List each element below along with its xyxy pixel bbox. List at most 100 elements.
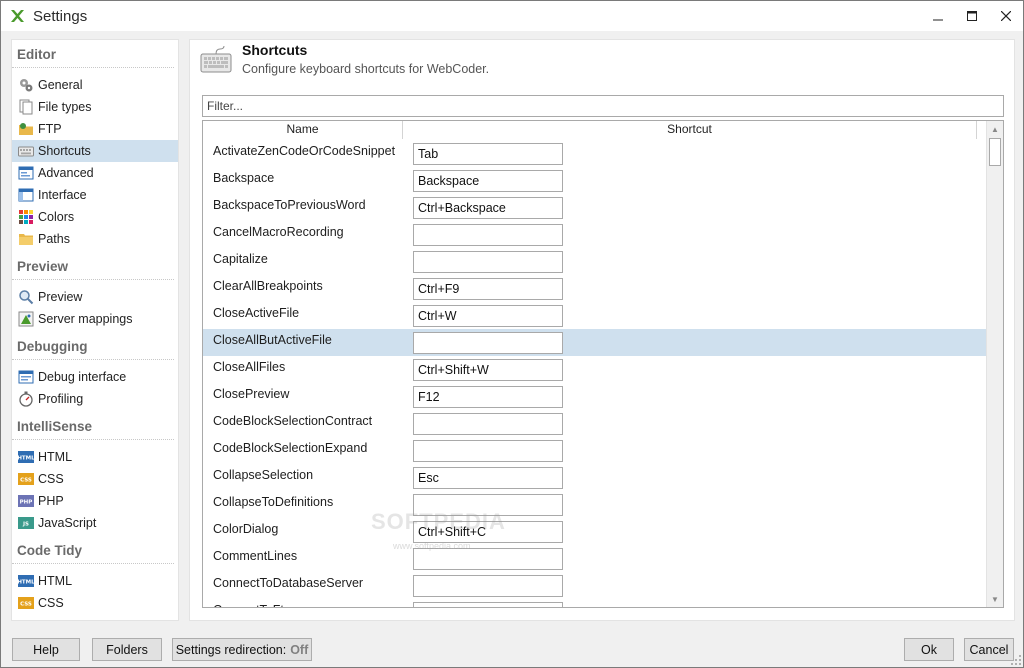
table-row[interactable]: CancelMacroRecording	[203, 221, 987, 248]
shortcut-key-field[interactable]	[413, 548, 563, 570]
svg-text:JS: JS	[22, 522, 29, 528]
table-row[interactable]: CollapseToDefinitions	[203, 491, 987, 518]
shortcut-key-field[interactable]: Tab	[413, 143, 563, 165]
stopwatch-icon	[18, 391, 34, 407]
sidebar-item-label: Server mappings	[38, 312, 133, 326]
sidebar-heading: Editor	[12, 46, 174, 68]
title-bar[interactable]: Settings	[1, 1, 1023, 31]
shortcut-command-name: ClearAllBreakpoints	[213, 279, 323, 293]
sidebar-item-editor-interface[interactable]: Interface	[12, 184, 178, 206]
table-row[interactable]: CloseAllFiles Ctrl+Shift+W	[203, 356, 987, 383]
shortcut-command-name: CollapseToDefinitions	[213, 495, 334, 509]
table-row[interactable]: Capitalize	[203, 248, 987, 275]
table-row[interactable]: CloseAllButActiveFile	[203, 329, 987, 356]
shortcut-key-field[interactable]: Esc	[413, 467, 563, 489]
settings-redirection-button[interactable]: Settings redirection: Off	[172, 638, 312, 661]
sidebar-item-intellisense-css[interactable]: CSS CSS	[12, 468, 178, 490]
table-row[interactable]: ColorDialog Ctrl+Shift+C	[203, 518, 987, 545]
svg-text:HTML: HTML	[18, 580, 34, 586]
resize-grip-icon[interactable]	[1011, 655, 1021, 665]
shortcut-key-field[interactable]	[413, 494, 563, 516]
scroll-thumb[interactable]	[989, 138, 1001, 166]
sidebar-item-code-tidy-html[interactable]: HTML HTML	[12, 570, 178, 592]
table-row[interactable]: BackspaceToPreviousWord Ctrl+Backspace	[203, 194, 987, 221]
sidebar-item-editor-file-types[interactable]: File types	[12, 96, 178, 118]
sidebar-item-editor-paths[interactable]: Paths	[12, 228, 178, 250]
shortcut-key-field[interactable]: Ctrl+W	[413, 305, 563, 327]
folders-button[interactable]: Folders	[92, 638, 162, 661]
sidebar-item-intellisense-php[interactable]: PHP PHP	[12, 490, 178, 512]
shortcut-command-name: Backspace	[213, 171, 275, 185]
shortcut-key-field[interactable]: Ctrl+F9	[413, 278, 563, 300]
scroll-up-arrow-icon[interactable]: ▲	[987, 121, 1003, 137]
sidebar-item-debugging-debug-interface[interactable]: Debug interface	[12, 366, 178, 388]
page-subtitle: Configure keyboard shortcuts for WebCode…	[242, 62, 490, 76]
table-row[interactable]: ActivateZenCodeOrCodeSnippet Tab	[203, 140, 987, 167]
minimize-button[interactable]	[921, 1, 955, 31]
keyboard-icon	[18, 143, 34, 159]
shortcut-key-field[interactable]	[413, 602, 563, 607]
sidebar-item-debugging-profiling[interactable]: Profiling	[12, 388, 178, 410]
table-row[interactable]: ConnectToDatabaseServer	[203, 572, 987, 599]
table-row[interactable]: CollapseSelection Esc	[203, 464, 987, 491]
sidebar-item-preview-preview[interactable]: Preview	[12, 286, 178, 308]
filter-box[interactable]	[202, 95, 1004, 117]
server-map-icon	[18, 311, 34, 327]
sidebar-item-editor-general[interactable]: General	[12, 74, 178, 96]
table-row[interactable]: CodeBlockSelectionExpand	[203, 437, 987, 464]
shortcut-key-field[interactable]: Ctrl+Shift+C	[413, 521, 563, 543]
svg-text:HTML: HTML	[18, 456, 34, 462]
shortcut-key-field[interactable]	[413, 575, 563, 597]
shortcut-key-field[interactable]: Ctrl+Backspace	[413, 197, 563, 219]
close-icon	[1001, 11, 1011, 21]
column-header-shortcut[interactable]: Shortcut	[403, 121, 977, 139]
table-row[interactable]: ClosePreview F12	[203, 383, 987, 410]
shortcut-key-field[interactable]	[413, 440, 563, 462]
svg-text:PHP: PHP	[20, 500, 33, 506]
shortcut-command-name: CollapseSelection	[213, 468, 314, 482]
vertical-scrollbar[interactable]: ▲ ▼	[986, 121, 1003, 607]
table-row[interactable]: CloseActiveFile Ctrl+W	[203, 302, 987, 329]
sidebar-item-intellisense-javascript[interactable]: JS JavaScript	[12, 512, 178, 534]
sidebar-heading: IntelliSense	[12, 418, 174, 440]
interface-icon	[18, 187, 34, 203]
shortcut-command-name: CloseAllButActiveFile	[213, 333, 332, 347]
sidebar-item-code-tidy-css[interactable]: CSS CSS	[12, 592, 178, 614]
column-header-name[interactable]: Name	[203, 121, 403, 139]
close-button[interactable]	[989, 1, 1023, 31]
sidebar-item-editor-shortcuts[interactable]: Shortcuts	[12, 140, 178, 162]
table-row[interactable]: ClearAllBreakpoints Ctrl+F9	[203, 275, 987, 302]
shortcut-command-name: ActivateZenCodeOrCodeSnippet	[213, 144, 396, 158]
table-row[interactable]: ConnectToFtp	[203, 599, 987, 607]
scroll-down-arrow-icon[interactable]: ▼	[987, 591, 1003, 607]
sidebar-item-label: Debug interface	[38, 370, 127, 384]
shortcut-command-name: ClosePreview	[213, 387, 290, 401]
help-button[interactable]: Help	[12, 638, 80, 661]
shortcuts-grid: Name Shortcut ActivateZenCodeOrCodeSnipp…	[202, 120, 1004, 608]
redirection-value: Off	[290, 642, 309, 657]
minimize-icon	[933, 19, 943, 21]
shortcut-key-field[interactable]	[413, 251, 563, 273]
shortcut-key-field[interactable]	[413, 332, 563, 354]
sidebar-item-editor-advanced[interactable]: Advanced	[12, 162, 178, 184]
sidebar-group-editor: Editor General File types FTP Shortcuts Advan…	[12, 40, 178, 250]
shortcut-key-field[interactable]: F12	[413, 386, 563, 408]
sidebar-item-editor-ftp[interactable]: FTP	[12, 118, 178, 140]
table-row[interactable]: CommentLines	[203, 545, 987, 572]
shortcut-key-field[interactable]	[413, 413, 563, 435]
shortcut-key-field[interactable]: Backspace	[413, 170, 563, 192]
sidebar-item-editor-colors[interactable]: Colors	[12, 206, 178, 228]
maximize-button[interactable]	[955, 1, 989, 31]
table-row[interactable]: Backspace Backspace	[203, 167, 987, 194]
sidebar-item-label: Paths	[38, 232, 70, 246]
sidebar-item-intellisense-html[interactable]: HTML HTML	[12, 446, 178, 468]
debug-window-icon	[18, 369, 34, 385]
sidebar-item-preview-server-mappings[interactable]: Server mappings	[12, 308, 178, 330]
shortcut-key-field[interactable]	[413, 224, 563, 246]
css-icon: CSS	[18, 595, 34, 611]
ok-button[interactable]: Ok	[904, 638, 954, 661]
cancel-button[interactable]: Cancel	[964, 638, 1014, 661]
shortcut-key-field[interactable]: Ctrl+Shift+W	[413, 359, 563, 381]
filter-input[interactable]	[203, 96, 1003, 116]
table-row[interactable]: CodeBlockSelectionContract	[203, 410, 987, 437]
